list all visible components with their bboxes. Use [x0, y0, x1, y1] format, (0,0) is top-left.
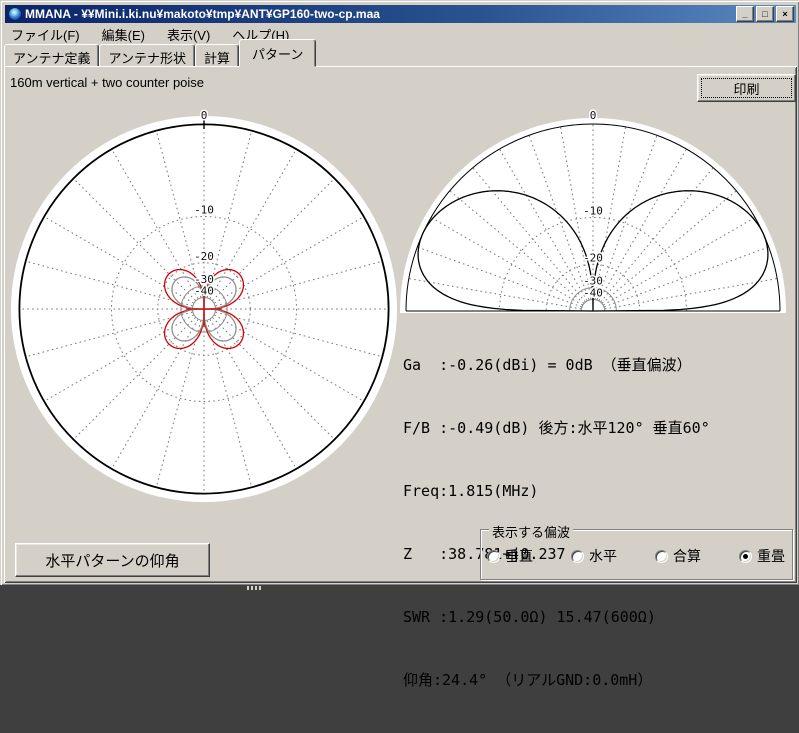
- mmana-window: MMANA - ¥¥Mini.i.ki.nu¥makoto¥tmp¥ANT¥GP…: [0, 0, 799, 586]
- result-gain: Ga :-0.26(dBi) = 0dB （垂直偏波）: [403, 355, 710, 376]
- elevation-pattern-plot: 0-10-20-30-40: [399, 101, 795, 316]
- svg-text:-40: -40: [194, 284, 214, 297]
- svg-text:0: 0: [201, 109, 208, 122]
- svg-text:-10: -10: [194, 204, 214, 217]
- radio-vertical[interactable]: 垂直: [487, 546, 533, 566]
- svg-text:-20: -20: [194, 250, 214, 263]
- polarization-legend: 表示する偏波: [489, 522, 573, 541]
- radio-combined-circle[interactable]: [655, 550, 668, 563]
- tab-pattern[interactable]: パターン: [239, 39, 316, 67]
- result-front-back: F/B :-0.49(dB) 後方:水平120° 垂直60°: [403, 418, 710, 439]
- menu-view[interactable]: 表示(V): [163, 24, 214, 45]
- taskbar-marks: [247, 586, 261, 590]
- polarization-group: 表示する偏波 垂直 水平 合算 重畳: [480, 529, 793, 580]
- radio-horizontal-circle[interactable]: [571, 550, 584, 563]
- svg-text:-20: -20: [583, 251, 603, 264]
- svg-text:-40: -40: [583, 286, 603, 299]
- print-button[interactable]: 印刷: [697, 74, 796, 102]
- result-elevation-angle: 仰角:24.4° （リアルGND:0.0mH）: [403, 670, 710, 691]
- radio-superimposed[interactable]: 重畳: [739, 546, 785, 566]
- tab-antenna-definition[interactable]: アンテナ定義: [4, 44, 99, 67]
- tab-strip: アンテナ定義 アンテナ形状 計算 パターン: [4, 43, 316, 67]
- tab-calculation[interactable]: 計算: [195, 44, 239, 67]
- azimuth-pattern-plot: 0-10-20-30-40: [1, 101, 401, 513]
- tab-antenna-shape[interactable]: アンテナ形状: [99, 44, 194, 67]
- window-title: MMANA - ¥¥Mini.i.ki.nu¥makoto¥tmp¥ANT¥GP…: [25, 7, 736, 21]
- radio-vertical-circle[interactable]: [487, 550, 500, 563]
- svg-text:0: 0: [590, 109, 597, 122]
- desktop-taskbar-sliver: [0, 585, 799, 591]
- radio-combined[interactable]: 合算: [655, 546, 701, 566]
- minimize-button[interactable]: _: [736, 6, 754, 22]
- mmana-app-icon: [8, 7, 22, 21]
- title-bar[interactable]: MMANA - ¥¥Mini.i.ki.nu¥makoto¥tmp¥ANT¥GP…: [5, 5, 796, 23]
- horizontal-pattern-elevation-button[interactable]: 水平パターンの仰角: [15, 543, 210, 577]
- result-frequency: Freq:1.815(MHz): [403, 481, 710, 502]
- radio-superimposed-circle[interactable]: [739, 550, 752, 563]
- menu-edit[interactable]: 編集(E): [98, 24, 149, 45]
- svg-text:-10: -10: [583, 205, 603, 218]
- radio-horizontal[interactable]: 水平: [571, 546, 617, 566]
- antenna-description: 160m vertical + two counter poise: [10, 75, 204, 90]
- menu-file[interactable]: ファイル(F): [7, 24, 84, 45]
- result-swr: SWR :1.29(50.0Ω) 15.47(600Ω): [403, 607, 710, 628]
- maximize-button[interactable]: □: [756, 6, 774, 22]
- close-button[interactable]: ×: [776, 6, 794, 22]
